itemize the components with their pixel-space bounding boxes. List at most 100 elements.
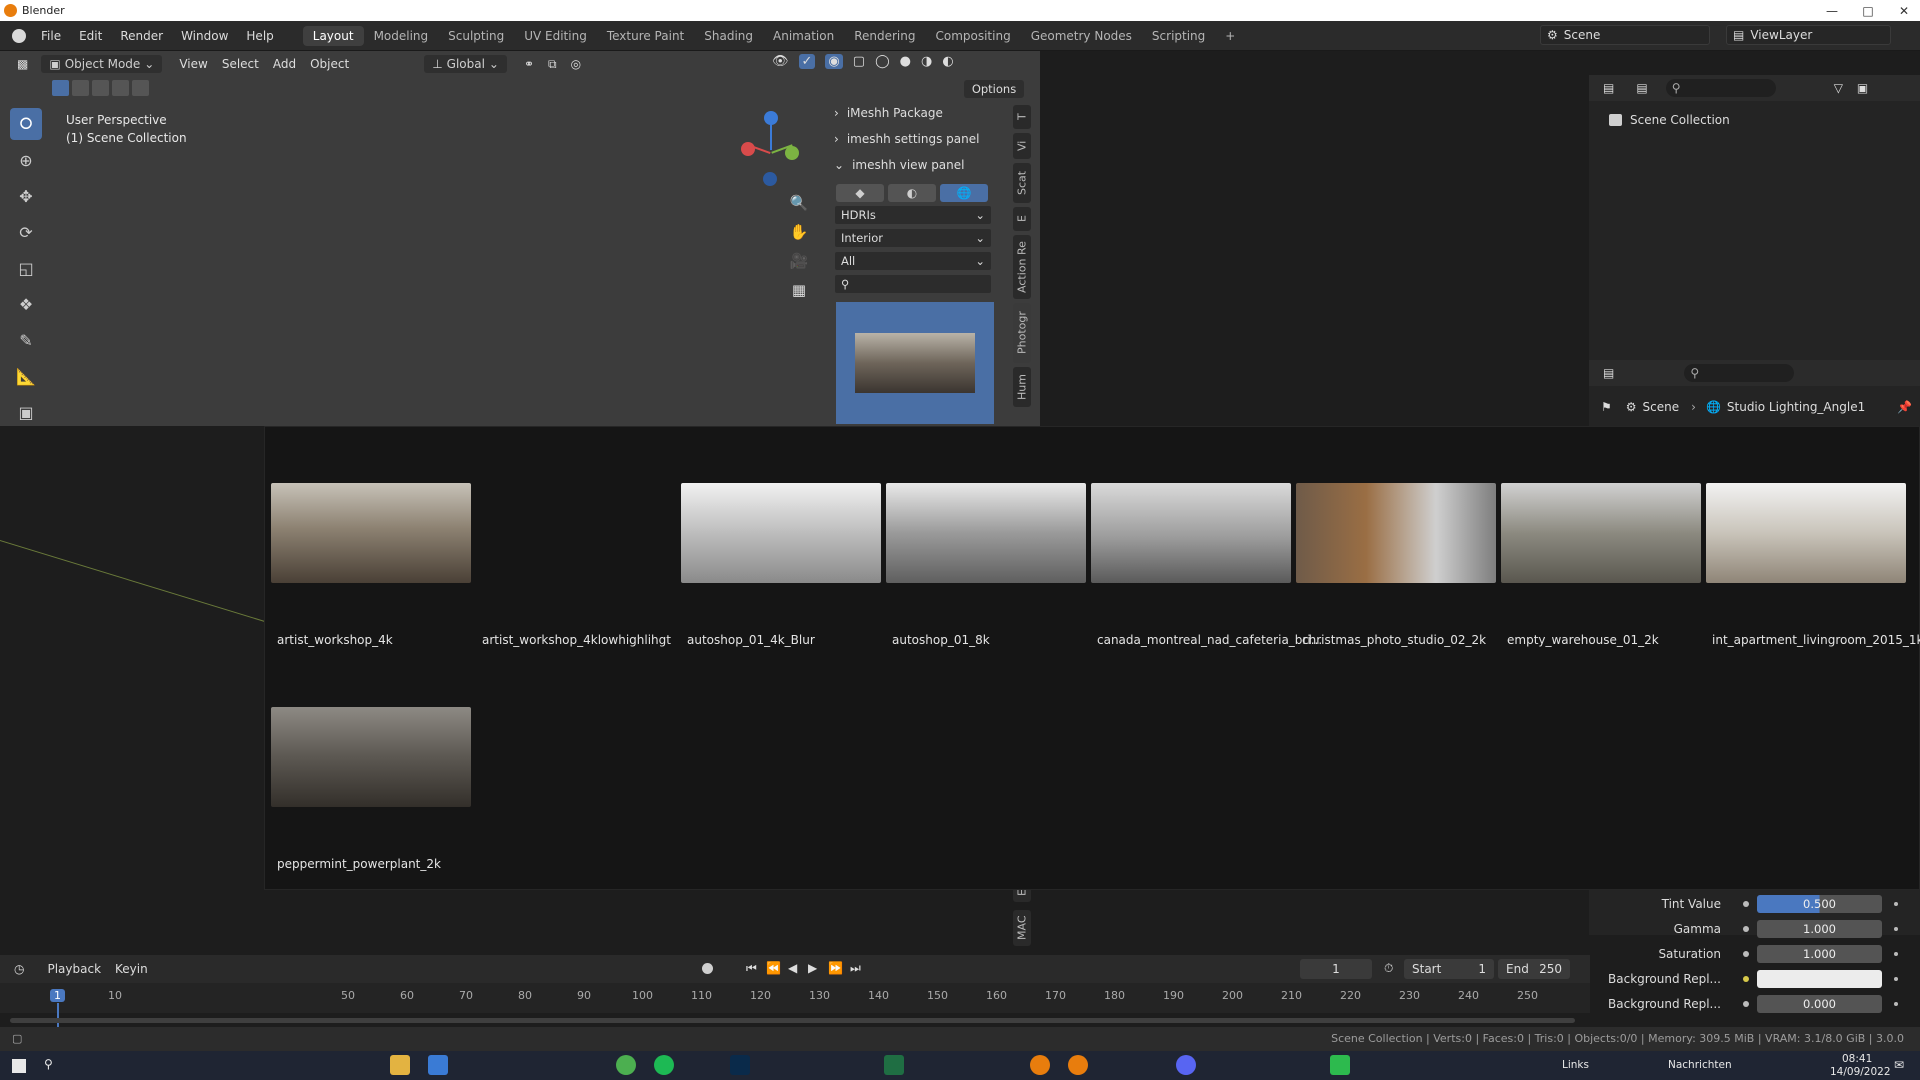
end-frame-field[interactable]: End 250 (1498, 959, 1570, 979)
section-imeshh-view[interactable]: ⌄ imeshh view panel (828, 152, 998, 178)
gamma-field[interactable]: 1.000 (1757, 920, 1882, 938)
tab-vertical-scat[interactable]: Scat (1013, 163, 1031, 203)
play-icon[interactable]: ▶ (808, 961, 817, 975)
menu-view[interactable]: View (172, 55, 214, 73)
timeline-scrollbar[interactable] (10, 1018, 1575, 1023)
editor-type-icon[interactable]: ▩ (10, 55, 35, 73)
tab-vertical-hum[interactable]: Hum (1013, 367, 1031, 407)
type-select[interactable]: HDRIs ⌄ (834, 205, 992, 225)
asset-preview[interactable] (836, 302, 994, 424)
play-reverse-icon[interactable]: ◀ (788, 961, 797, 975)
breadcrumb-scene[interactable]: Scene (1643, 400, 1680, 414)
select-extend-icon[interactable] (72, 80, 89, 96)
scene-selector[interactable]: ⚙ Scene (1540, 25, 1710, 45)
app-icon[interactable] (1330, 1055, 1350, 1075)
jump-keyframe-forward-icon[interactable]: ⏩ (828, 961, 843, 975)
tab-compositing[interactable]: Compositing (925, 26, 1020, 46)
scale-tool-icon[interactable]: ◱ (10, 252, 42, 284)
orientation-dropdown[interactable]: ⊥ Global ⌄ (424, 55, 507, 73)
rotate-tool-icon[interactable]: ⟳ (10, 216, 42, 248)
animate-dot-icon[interactable] (1894, 927, 1898, 931)
minimize-button[interactable]: — (1814, 0, 1850, 21)
add-workspace-icon[interactable]: + (1215, 26, 1245, 46)
pin-icon[interactable]: 📌 (1897, 400, 1912, 414)
properties-search-input[interactable]: ⚲ (1684, 364, 1795, 382)
background-strength-field[interactable]: 0.000 (1757, 995, 1882, 1013)
navigation-gizmo[interactable] (735, 108, 805, 188)
jump-start-icon[interactable]: ⏮ (746, 961, 757, 976)
select-invert-icon[interactable] (112, 80, 129, 96)
tab-vertical-action[interactable]: Action Re (1013, 235, 1031, 299)
gizmo-toggle-icon[interactable]: ✓ (798, 54, 816, 69)
cursor-tool-icon[interactable]: ⊕ (10, 144, 42, 176)
gizmo-z-axis[interactable] (764, 111, 778, 125)
move-tool-icon[interactable]: ✥ (10, 180, 42, 212)
outliner-search-input[interactable]: ⚲ (1665, 79, 1776, 97)
jump-end-icon[interactable]: ⏭ (850, 961, 861, 976)
tab-shading[interactable]: Shading (694, 26, 763, 46)
blender-menu-icon[interactable] (12, 28, 26, 43)
timeline-ruler[interactable]: 1 10 50 60 70 80 90 100 110 120 130 140 … (0, 983, 1590, 1033)
hdri-item-label[interactable]: artist_workshop_4k (277, 633, 393, 647)
hdri-thumbnail[interactable] (271, 483, 471, 583)
tab-scripting[interactable]: Scripting (1142, 26, 1215, 46)
keyframe-dot-icon[interactable] (1743, 951, 1749, 957)
filter-select[interactable]: All ⌄ (834, 251, 992, 271)
gizmo-neg-z-axis[interactable] (763, 172, 777, 186)
blender-taskbar-icon[interactable] (1030, 1055, 1050, 1075)
select-box-tool-icon[interactable]: ⭘ (10, 108, 42, 140)
spotify-icon[interactable] (654, 1055, 674, 1075)
mode-dropdown[interactable]: ▣ Object Mode ⌄ (41, 55, 163, 73)
overlay-toggle-icon[interactable]: ◉ (825, 54, 843, 69)
viewlayer-selector[interactable]: ▤ ViewLayer (1726, 25, 1891, 45)
photoshop-icon[interactable] (730, 1055, 750, 1075)
menu-help[interactable]: Help (237, 29, 282, 43)
animate-dot-icon[interactable] (1894, 977, 1898, 981)
hdri-thumbnail[interactable] (1501, 483, 1701, 583)
tab-modeling[interactable]: Modeling (364, 26, 439, 46)
display-mode-icon[interactable]: ▤ (1636, 81, 1647, 95)
stopwatch-icon[interactable]: ⏱ (1384, 961, 1393, 976)
tab-layout[interactable]: Layout (302, 25, 364, 46)
material-shading-icon[interactable]: ◑ (921, 54, 932, 69)
transform-tool-icon[interactable]: ❖ (10, 288, 42, 320)
measure-tool-icon[interactable]: 📐 (10, 360, 42, 392)
visibility-icon[interactable]: 👁 (772, 54, 789, 69)
taskbar-links[interactable]: Links (1562, 1059, 1589, 1071)
editor-type-icon[interactable]: ▤ (1603, 366, 1614, 380)
taskbar-search-icon[interactable]: ⚲ (44, 1057, 53, 1071)
tab-vertical-photogr[interactable]: Photogr (1013, 303, 1031, 363)
editor-type-icon[interactable]: ◷ (14, 962, 24, 976)
background-color-swatch[interactable] (1757, 970, 1882, 988)
tint-value-slider[interactable]: 0.500 (1757, 895, 1882, 913)
animate-dot-icon[interactable] (1894, 1002, 1898, 1006)
chrome-icon[interactable] (616, 1055, 636, 1075)
outliner-item-scene-collection[interactable]: Scene Collection (1609, 113, 1730, 127)
camera-view-icon[interactable]: 🎥 (788, 250, 810, 272)
substance-icon[interactable] (884, 1055, 904, 1075)
pivot-icon[interactable]: ⚭ (517, 55, 541, 73)
gizmo-x-axis[interactable] (741, 142, 755, 156)
proportional-edit-icon[interactable]: ◎ (564, 55, 588, 73)
model-asset-icon[interactable]: ◆ (836, 184, 884, 202)
animate-dot-icon[interactable] (1894, 902, 1898, 906)
keyframe-dot-icon[interactable] (1743, 901, 1749, 907)
jump-keyframe-back-icon[interactable]: ⏪ (766, 961, 781, 975)
hdri-item-label[interactable]: empty_warehouse_01_2k (1507, 633, 1659, 647)
menu-edit[interactable]: Edit (70, 29, 111, 43)
rendered-shading-icon[interactable]: ◐ (942, 54, 953, 69)
menu-object[interactable]: Object (303, 55, 356, 73)
hdri-item-label[interactable]: canada_montreal_nad_cafeteria_bri... (1097, 633, 1322, 647)
tab-vertical-e[interactable]: E (1013, 207, 1031, 231)
file-explorer-icon[interactable] (390, 1055, 410, 1075)
tab-geometry-nodes[interactable]: Geometry Nodes (1021, 26, 1142, 46)
menu-file[interactable]: File (32, 29, 70, 43)
close-button[interactable]: ✕ (1886, 0, 1920, 21)
menu-render[interactable]: Render (111, 29, 172, 43)
store-icon[interactable] (428, 1055, 448, 1075)
section-imeshh-settings[interactable]: › imeshh settings panel (828, 126, 998, 152)
hdri-thumbnail[interactable] (271, 707, 471, 807)
tab-texture-paint[interactable]: Texture Paint (597, 26, 694, 46)
keyframe-dot-icon[interactable] (1743, 976, 1749, 982)
current-frame-field[interactable]: 1 (1300, 959, 1372, 979)
